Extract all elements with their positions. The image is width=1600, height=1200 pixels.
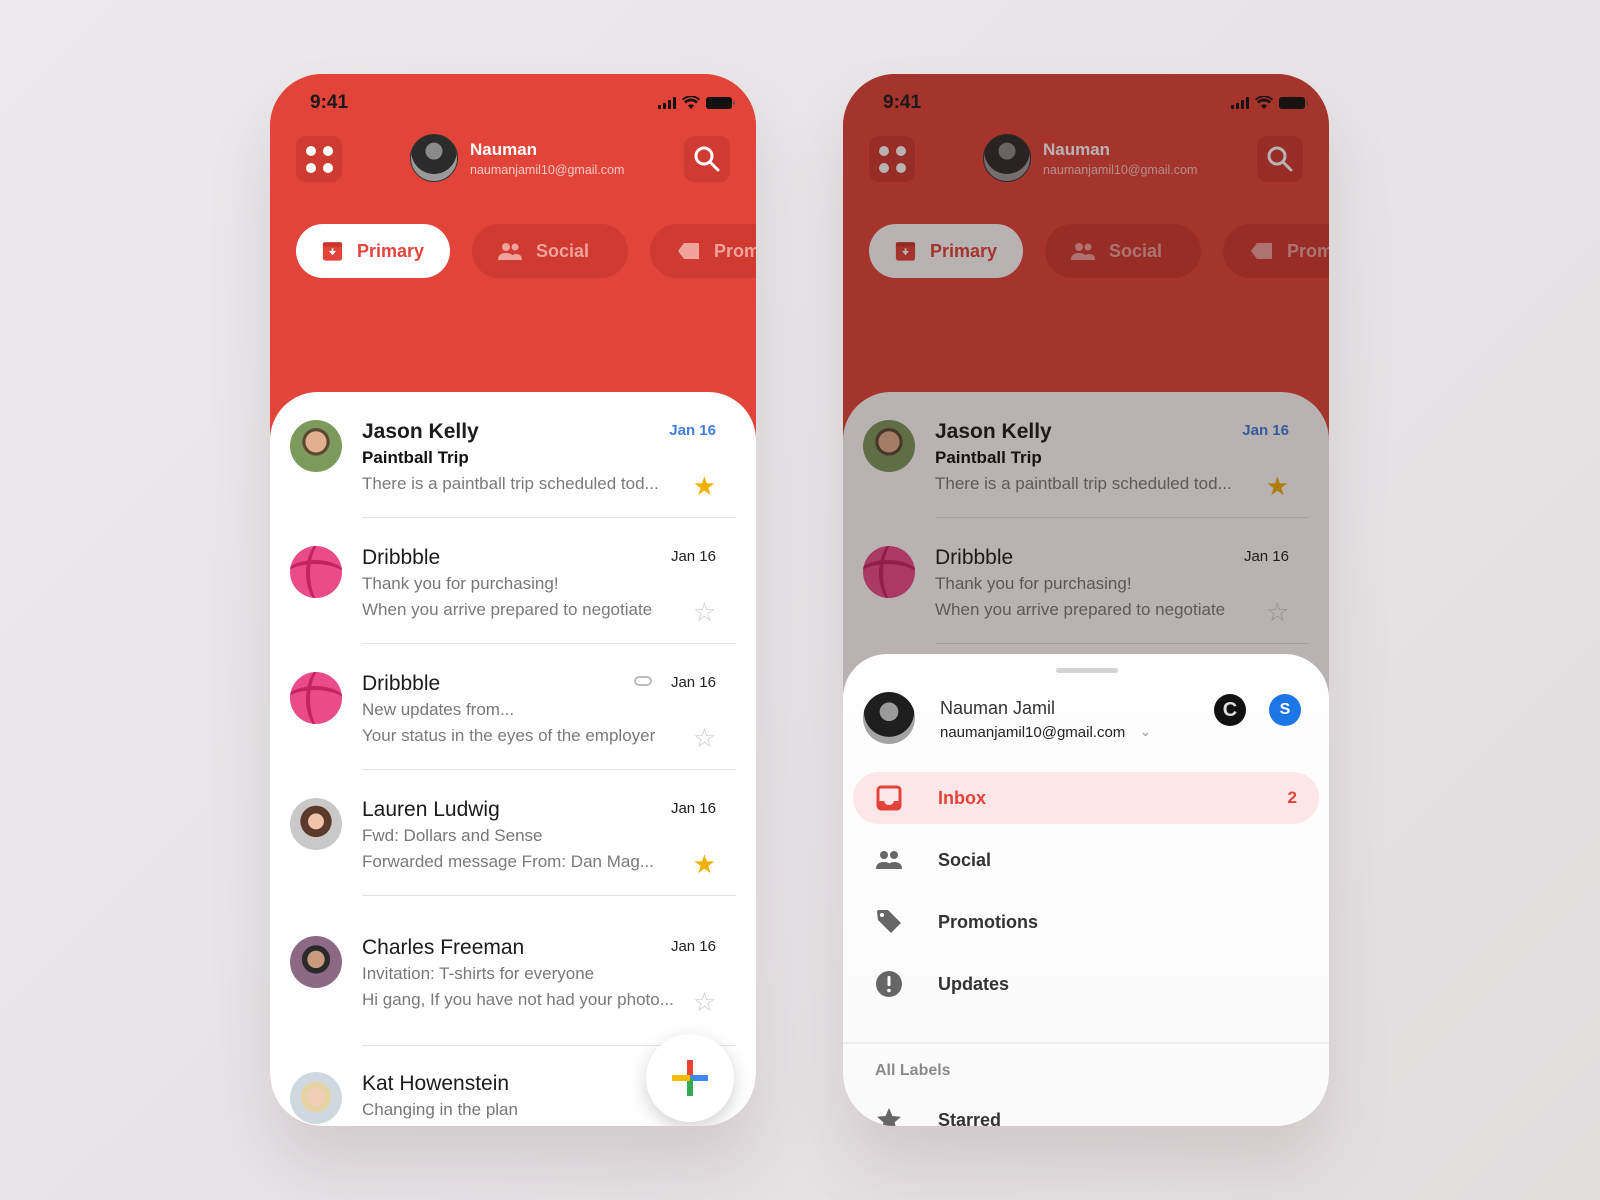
attachment-icon [634, 676, 652, 686]
dribbble-logo-icon [290, 546, 342, 598]
email-date: Jan 16 [670, 548, 716, 565]
email-row[interactable]: Lauren Ludwig Fwd: Dollars and Sense For… [270, 770, 756, 896]
signal-icon [658, 97, 676, 109]
avatar [290, 1072, 342, 1124]
category-tabs: Primary Social Prom [296, 224, 756, 278]
tab-primary[interactable]: Primary [296, 224, 450, 278]
tag-icon [678, 243, 699, 259]
other-account-c[interactable]: C [1214, 694, 1246, 726]
inbox-icon [876, 785, 902, 811]
avatar [290, 420, 342, 472]
tag-icon [877, 910, 901, 933]
email-row[interactable]: Charles Freeman Invitation: T-shirts for… [270, 908, 756, 1046]
tab-promotions[interactable]: Prom [650, 224, 756, 278]
email-preview: Your status in the eyes of the employer [362, 726, 656, 745]
nav-label: Inbox [938, 787, 986, 808]
compose-button[interactable] [646, 1034, 734, 1122]
account-avatar [863, 692, 915, 744]
avatar [290, 936, 342, 988]
chevron-down-icon[interactable]: ⌄ [1140, 724, 1151, 740]
divider [843, 1042, 1329, 1044]
nav-item-updates[interactable]: Updates [853, 958, 1319, 1010]
other-account-s[interactable]: S [1269, 694, 1301, 726]
tab-label: Primary [356, 240, 424, 261]
app-header: 9:41 Nauman naumanjamil10@gmail.com Prim… [270, 74, 756, 434]
star-outline-icon[interactable]: ☆ [693, 725, 716, 751]
nav-item-inbox[interactable]: Inbox 2 [853, 772, 1319, 824]
email-preview: Hello, we have decided to go with an [362, 1123, 682, 1126]
search-icon [694, 146, 720, 172]
email-sender: Dribbble [362, 672, 441, 695]
grid-dots-icon [305, 145, 333, 173]
wifi-icon [682, 96, 700, 109]
star-outline-icon[interactable]: ☆ [693, 599, 716, 625]
email-subject: Invitation: T-shirts for everyone [362, 964, 595, 983]
account-email: naumanjamil10@gmail.com [940, 724, 1126, 741]
email-list: Jason Kelly Paintball Trip There is a pa… [270, 392, 756, 1126]
tab-label: Social [536, 240, 590, 261]
status-time: 9:41 [310, 92, 349, 113]
email-subject: Paintball Trip [362, 448, 469, 467]
search-button[interactable] [684, 136, 730, 182]
people-icon [876, 851, 902, 869]
nav-label: Starred [938, 1109, 1002, 1127]
tab-label: Prom [714, 240, 756, 261]
nav-label: Social [938, 849, 992, 870]
email-preview: Hi gang, If you have not had your photo.… [362, 990, 674, 1009]
email-sender: Lauren Ludwig [362, 798, 500, 821]
people-icon [498, 243, 522, 260]
nav-label: Promotions [938, 911, 1039, 932]
email-date: Jan 16 [670, 938, 716, 955]
labels-section-header: All Labels [875, 1062, 951, 1079]
dribbble-logo-icon [290, 672, 342, 724]
email-subject: New updates from... [362, 700, 515, 719]
user-name: Nauman [470, 139, 538, 159]
email-date: Jan 16 [670, 800, 716, 817]
avatar [410, 134, 458, 182]
email-preview: Forwarded message From: Dan Mag... [362, 852, 654, 871]
email-sender: Dribbble [362, 546, 441, 569]
battery-icon [706, 97, 735, 109]
apps-menu-button[interactable] [296, 136, 342, 182]
info-icon [876, 971, 902, 997]
phone-drawer-screen: 9:41 Nauman naumanjamil10@gmail.com Prim… [843, 74, 1329, 1126]
account-drawer-sheet: Nauman Jamil naumanjamil10@gmail.com ⌄ C… [843, 654, 1329, 1126]
divider [362, 895, 736, 896]
email-date: Jan 16 [670, 674, 716, 691]
user-email: naumanjamil10@gmail.com [470, 162, 625, 177]
email-preview: When you arrive prepared to negotiate [362, 600, 653, 619]
current-user[interactable]: Nauman naumanjamil10@gmail.com [410, 134, 624, 182]
account-name: Nauman Jamil [940, 698, 1056, 718]
tab-social[interactable]: Social [472, 224, 628, 278]
email-row[interactable]: Jason Kelly Paintball Trip There is a pa… [270, 392, 756, 518]
email-row[interactable]: Dribbble New updates from... Your status… [270, 644, 756, 770]
avatar [290, 798, 342, 850]
status-icons [658, 96, 735, 110]
email-subject: Thank you for purchasing! [362, 574, 559, 593]
nav-item-social[interactable]: Social [853, 834, 1319, 886]
email-row[interactable]: Dribbble Thank you for purchasing! When … [270, 518, 756, 644]
email-date: Jan 16 [669, 422, 716, 439]
email-preview: There is a paintball trip scheduled tod.… [362, 474, 659, 493]
email-sender: Jason Kelly [362, 420, 479, 443]
email-sender: Charles Freeman [362, 936, 525, 959]
inbox-count-badge: 2 [1287, 788, 1297, 807]
phone-inbox-screen: 9:41 Nauman naumanjamil10@gmail.com Prim… [270, 74, 756, 1126]
inbox-download-icon [322, 242, 343, 261]
star-icon[interactable]: ★ [693, 851, 716, 877]
star-icon[interactable]: ★ [693, 473, 716, 499]
drag-handle[interactable] [1056, 668, 1118, 673]
email-subject: Fwd: Dollars and Sense [362, 826, 543, 845]
nav-item-starred[interactable]: Starred [853, 1094, 1319, 1126]
star-icon [877, 1108, 901, 1126]
nav-label: Updates [938, 973, 1010, 994]
compose-plus-icon [672, 1060, 708, 1096]
star-outline-icon[interactable]: ☆ [693, 989, 716, 1015]
nav-item-promotions[interactable]: Promotions [853, 896, 1319, 948]
